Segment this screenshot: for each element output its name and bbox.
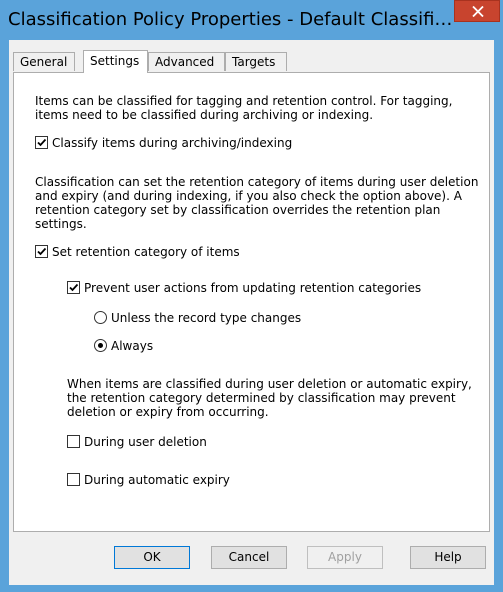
close-button[interactable]	[454, 0, 500, 22]
during-deletion-checkbox-row[interactable]: During user deletion	[67, 434, 267, 450]
during-deletion-label: During user deletion	[84, 435, 207, 449]
retention-text-line-1: Classification can set the retention cat…	[35, 175, 479, 189]
tab-targets[interactable]: Targets	[225, 52, 287, 71]
dialog-window: Classification Policy Properties - Defau…	[0, 0, 503, 592]
unless-record-type-radio-row[interactable]: Unless the record type changes	[94, 310, 374, 326]
expiry-text-line-2: the retention category determined by cla…	[67, 391, 456, 405]
cancel-button[interactable]: Cancel	[211, 546, 287, 569]
checkmark-icon	[37, 138, 47, 147]
classify-items-checkbox-row[interactable]: Classify items during archiving/indexing	[35, 135, 335, 151]
classify-items-checkbox[interactable]	[35, 136, 48, 149]
dialog-client-area: General Settings Advanced Targets Items …	[9, 40, 494, 585]
intro-text-line-2: items need to be classified during archi…	[35, 108, 374, 122]
during-expiry-label: During automatic expiry	[84, 473, 230, 487]
title-bar[interactable]: Classification Policy Properties - Defau…	[0, 0, 503, 40]
tab-strip: General Settings Advanced Targets	[9, 50, 494, 73]
apply-button[interactable]: Apply	[307, 546, 383, 569]
set-retention-checkbox-row[interactable]: Set retention category of items	[35, 244, 295, 260]
retention-text-line-2: and expiry (and during indexing, if you …	[35, 189, 462, 203]
window-title: Classification Policy Properties - Defau…	[8, 9, 453, 30]
expiry-text-line-3: deletion or expiry from occurring.	[67, 405, 269, 419]
expiry-text-line-1: When items are classified during user de…	[67, 377, 472, 391]
help-button[interactable]: Help	[410, 546, 486, 569]
set-retention-label: Set retention category of items	[52, 245, 240, 259]
dialog-button-bar: OK Cancel Apply Help	[9, 532, 494, 585]
prevent-updates-label: Prevent user actions from updating reten…	[84, 281, 422, 295]
always-label: Always	[111, 339, 154, 353]
during-expiry-checkbox[interactable]	[67, 473, 80, 486]
tab-settings[interactable]: Settings	[83, 50, 148, 73]
during-deletion-checkbox[interactable]	[67, 435, 80, 448]
retention-text-line-4: settings.	[35, 217, 87, 231]
tab-advanced[interactable]: Advanced	[148, 52, 225, 71]
prevent-updates-checkbox-row[interactable]: Prevent user actions from updating reten…	[67, 280, 467, 296]
always-radio-row[interactable]: Always	[94, 338, 214, 354]
unless-record-type-label: Unless the record type changes	[111, 311, 302, 325]
always-radio[interactable]	[94, 339, 107, 352]
checkmark-icon	[37, 247, 47, 256]
classify-items-label: Classify items during archiving/indexing	[52, 136, 293, 150]
retention-text-line-3: retention category set by classification…	[35, 203, 441, 217]
set-retention-checkbox[interactable]	[35, 245, 48, 258]
checkmark-icon	[69, 283, 79, 292]
prevent-updates-checkbox[interactable]	[67, 281, 80, 294]
unless-record-type-radio[interactable]	[94, 311, 107, 324]
close-icon	[472, 6, 484, 17]
radio-selected-dot	[98, 343, 103, 348]
settings-panel: Items can be classified for tagging and …	[13, 72, 490, 532]
during-expiry-checkbox-row[interactable]: During automatic expiry	[67, 472, 267, 488]
intro-text-line-1: Items can be classified for tagging and …	[35, 94, 453, 108]
ok-button[interactable]: OK	[114, 546, 190, 569]
tab-general[interactable]: General	[13, 52, 75, 71]
